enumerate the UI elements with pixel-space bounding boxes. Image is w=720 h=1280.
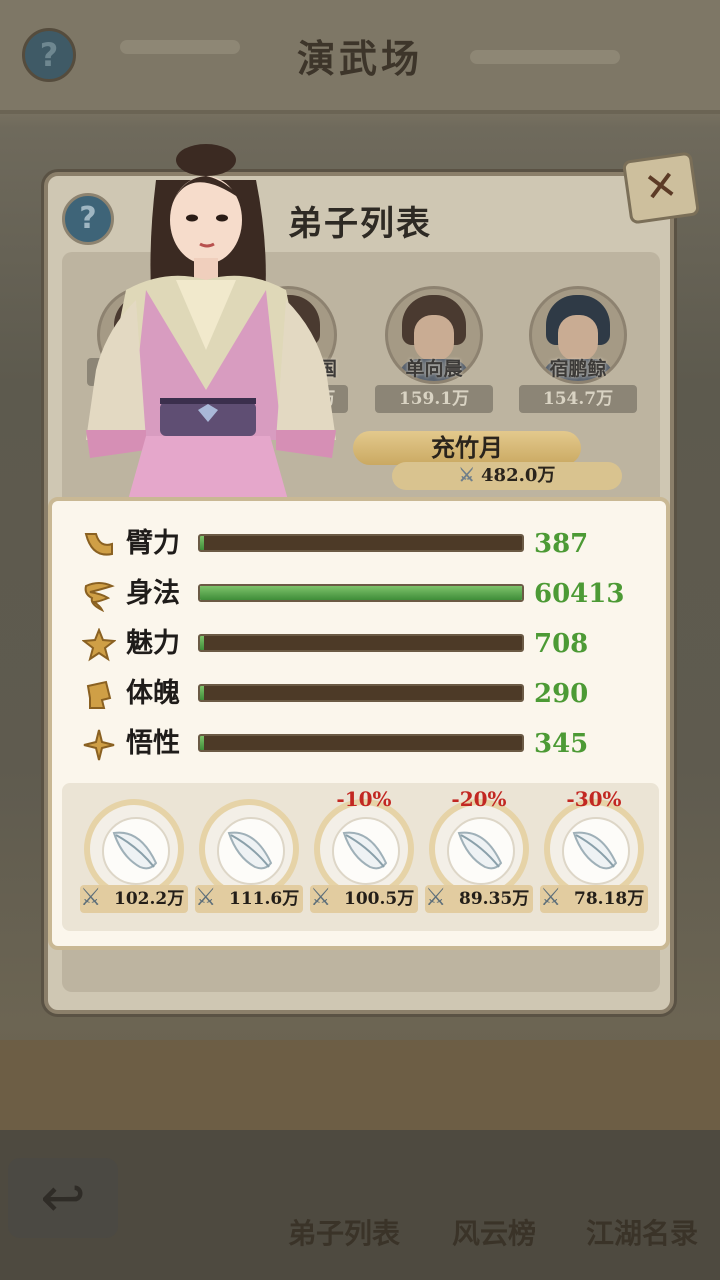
feather-icon	[112, 831, 158, 870]
arm-icon	[84, 533, 113, 556]
sparkle-icon	[83, 729, 115, 761]
close-button[interactable]: ✕	[621, 151, 701, 225]
discount-label: -20%	[451, 787, 507, 811]
crossed-swords-icon: ⚔	[195, 883, 217, 911]
item-price: ⚔ 78.18万	[540, 883, 648, 913]
disciple-card[interactable]: 宿鹏鲸 154.7万	[516, 286, 640, 413]
stat-bar	[198, 684, 524, 702]
stat-label: 悟性	[126, 728, 180, 759]
stat-bar	[198, 584, 524, 602]
character-portrait	[86, 144, 336, 500]
price-value: 100.5万	[344, 889, 415, 909]
training-item[interactable]: ⚔ 111.6万	[193, 799, 305, 919]
price-value: 102.2万	[114, 889, 185, 909]
stat-value: 60413	[534, 579, 625, 609]
stat-bar-fill	[200, 736, 204, 750]
training-item[interactable]: -10% ⚔ 100.5万	[308, 787, 420, 919]
training-item[interactable]: -30% ⚔ 78.18万	[538, 787, 650, 919]
nav-jianghu-directory: 江湖名录	[586, 1217, 699, 1250]
fist-icon	[86, 680, 112, 709]
background-title: 演武场	[296, 36, 423, 81]
stat-bar	[198, 734, 524, 752]
selected-power: 482.0万	[481, 465, 556, 486]
selected-name-banner: 充竹月	[353, 431, 581, 465]
stat-value: 345	[534, 729, 589, 759]
disciple-power: 154.7万	[519, 385, 637, 413]
discount-label: -30%	[566, 787, 622, 811]
nav-disciple-list: 弟子列表	[288, 1217, 401, 1250]
price-value: 89.35万	[459, 889, 530, 909]
training-item[interactable]: ⚔ 102.2万	[78, 799, 190, 919]
stat-bar-fill	[200, 636, 204, 650]
background-floor	[0, 1040, 720, 1130]
stat-value: 290	[534, 679, 589, 709]
feather-icon	[342, 831, 388, 870]
crossed-swords-icon: ⚔	[540, 883, 562, 911]
disciple-card[interactable]: 单向晨 159.1万	[372, 286, 496, 413]
stat-bar	[198, 534, 524, 552]
crossed-swords-icon: ⚔	[425, 883, 447, 911]
feather-icon	[227, 831, 273, 870]
star-icon	[82, 628, 116, 662]
stat-bar-fill	[200, 586, 522, 600]
crossed-swords-icon: ⚔	[80, 883, 102, 911]
crossed-swords-icon: ⚔	[310, 883, 332, 911]
discount-label: -10%	[336, 787, 392, 811]
selected-power-badge: ⚔ 482.0万	[392, 462, 622, 490]
disciple-name: 宿鹏鲸	[549, 358, 607, 380]
stat-label: 臂力	[126, 528, 180, 559]
price-value: 78.18万	[574, 889, 645, 909]
item-price: ⚔ 102.2万	[80, 883, 188, 913]
stat-label: 魅力	[126, 628, 180, 659]
stat-label: 身法	[126, 578, 180, 609]
whirlwind-icon	[84, 582, 115, 612]
stat-value: 708	[534, 629, 589, 659]
item-price: ⚔ 100.5万	[310, 883, 418, 913]
back-arrow-icon: ↩	[8, 1158, 118, 1238]
training-item[interactable]: -20% ⚔ 89.35万	[423, 787, 535, 919]
disciple-power: 159.1万	[375, 385, 493, 413]
close-x-icon: ✕	[641, 161, 681, 213]
nav-ranking: 风云榜	[452, 1217, 537, 1250]
stat-label: 体魄	[126, 678, 180, 709]
feather-icon	[572, 831, 618, 870]
price-value: 111.6万	[229, 889, 300, 909]
crossed-swords-icon: ⚔	[458, 465, 482, 486]
item-price: ⚔ 111.6万	[195, 883, 303, 913]
feather-icon	[457, 831, 503, 870]
stat-bar-fill	[200, 536, 204, 550]
stat-value: 387	[534, 529, 589, 559]
stat-bar-fill	[200, 686, 204, 700]
stat-bar	[198, 634, 524, 652]
item-price: ⚔ 89.35万	[425, 883, 533, 913]
disciple-name: 单向晨	[405, 358, 463, 380]
